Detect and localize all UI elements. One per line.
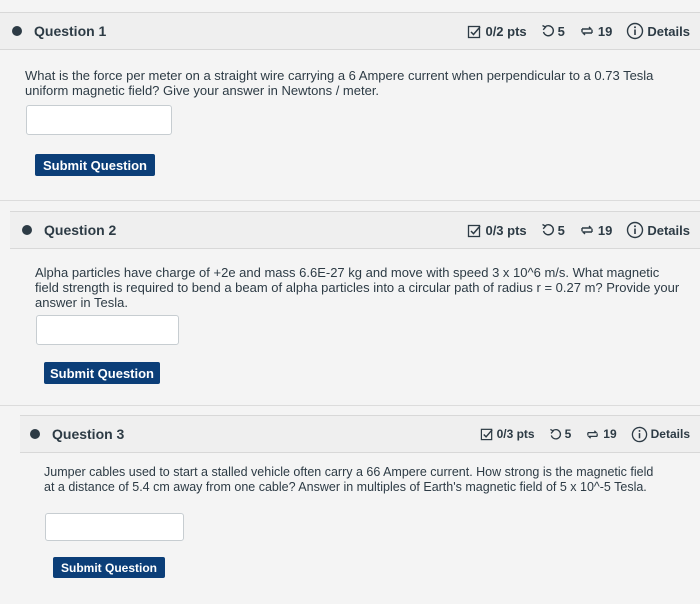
undo-icon <box>541 223 554 236</box>
question-header: Question 3 0/3 pts 5 19 Details <box>20 415 700 453</box>
attempts-label: 5 <box>564 427 572 441</box>
bullet-icon <box>22 225 32 235</box>
question-title: Question 2 <box>44 222 117 238</box>
retry-icon <box>587 429 599 439</box>
divider <box>0 200 700 201</box>
retry-icon <box>581 225 593 235</box>
undo-icon <box>541 24 554 37</box>
info-icon[interactable] <box>626 221 644 239</box>
answer-input[interactable] <box>26 105 172 135</box>
question-title: Question 1 <box>34 23 107 39</box>
answer-input[interactable] <box>45 513 184 541</box>
question-title: Question 3 <box>52 426 125 442</box>
question-text: Alpha particles have charge of +2e and m… <box>35 265 680 310</box>
attempts-label: 5 <box>557 222 565 238</box>
question-header: Question 2 0/3 pts 5 19 Details <box>10 211 700 249</box>
points-label: 0/3 pts <box>496 427 535 441</box>
undo-icon <box>549 428 561 439</box>
question-text: Jumper cables used to start a stalled ve… <box>44 465 654 494</box>
bullet-icon <box>12 26 22 36</box>
checkbox-edit-icon <box>468 224 482 237</box>
checkbox-edit-icon <box>480 428 493 441</box>
points-label: 0/2 pts <box>485 23 527 39</box>
question-header: Question 1 0/2 pts 5 19 Details <box>0 12 700 50</box>
details-link[interactable]: Details <box>647 223 690 238</box>
answer-input[interactable] <box>36 315 179 345</box>
retries-label: 19 <box>597 222 613 238</box>
submit-question-button[interactable]: Submit Question <box>44 362 160 384</box>
question-meta: 0/3 pts 5 19 Details <box>467 221 690 239</box>
divider <box>0 405 700 406</box>
info-icon[interactable] <box>626 22 644 40</box>
retries-label: 19 <box>597 23 613 39</box>
attempts-label: 5 <box>557 23 565 39</box>
points-label: 0/3 pts <box>485 222 527 238</box>
details-link[interactable]: Details <box>651 427 690 441</box>
question-meta: 0/2 pts 5 19 Details <box>467 22 690 40</box>
checkbox-edit-icon <box>468 25 482 38</box>
retry-icon <box>581 26 593 36</box>
question-text: What is the force per meter on a straigh… <box>25 68 654 98</box>
details-link[interactable]: Details <box>647 24 690 39</box>
info-icon[interactable] <box>631 426 648 443</box>
submit-question-button[interactable]: Submit Question <box>35 154 155 176</box>
submit-question-button[interactable]: Submit Question <box>53 557 165 578</box>
question-meta: 0/3 pts 5 19 Details <box>480 426 690 443</box>
retries-label: 19 <box>603 427 617 441</box>
bullet-icon <box>30 429 40 439</box>
